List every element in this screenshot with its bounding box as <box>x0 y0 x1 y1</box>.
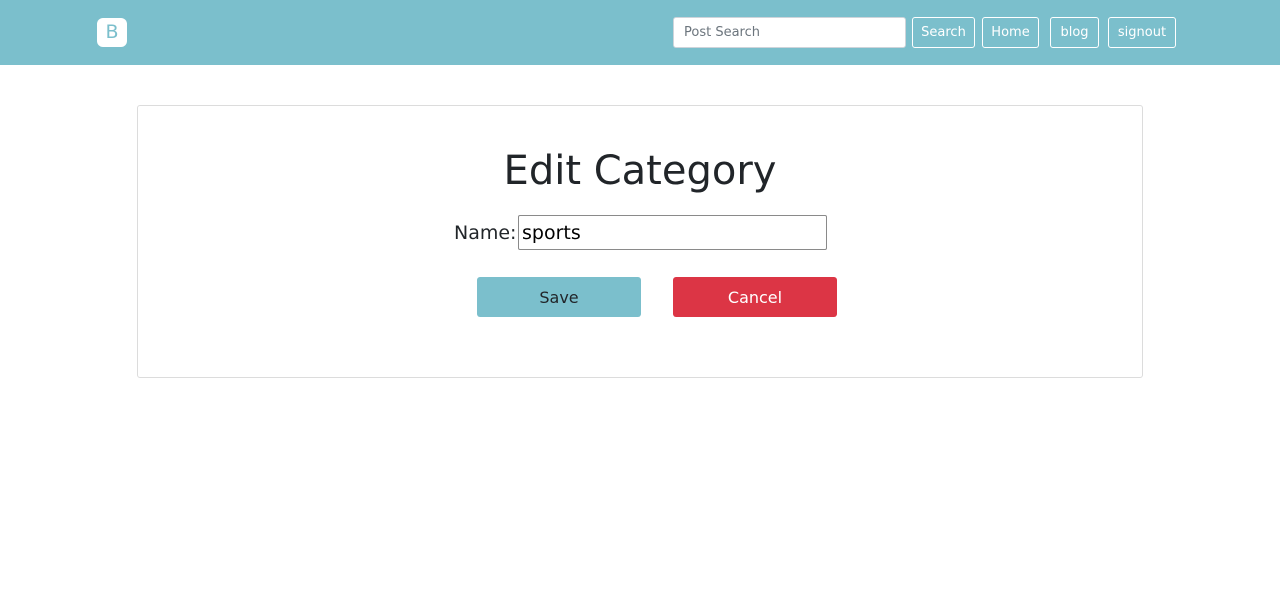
edit-category-card: Edit Category Name: Save Cancel <box>137 105 1143 378</box>
signout-button[interactable]: signout <box>1108 17 1176 48</box>
top-navbar: B Search Home blog signout <box>0 0 1280 65</box>
page-title: Edit Category <box>503 148 777 194</box>
category-name-input[interactable] <box>518 215 827 250</box>
home-button[interactable]: Home <box>982 17 1039 48</box>
post-search-input[interactable] <box>673 17 906 48</box>
name-label: Name: <box>454 222 517 244</box>
blog-button[interactable]: blog <box>1050 17 1099 48</box>
brand-logo[interactable]: B <box>97 18 127 47</box>
cancel-button[interactable]: Cancel <box>673 277 837 317</box>
save-button[interactable]: Save <box>477 277 641 317</box>
search-button[interactable]: Search <box>912 17 975 48</box>
